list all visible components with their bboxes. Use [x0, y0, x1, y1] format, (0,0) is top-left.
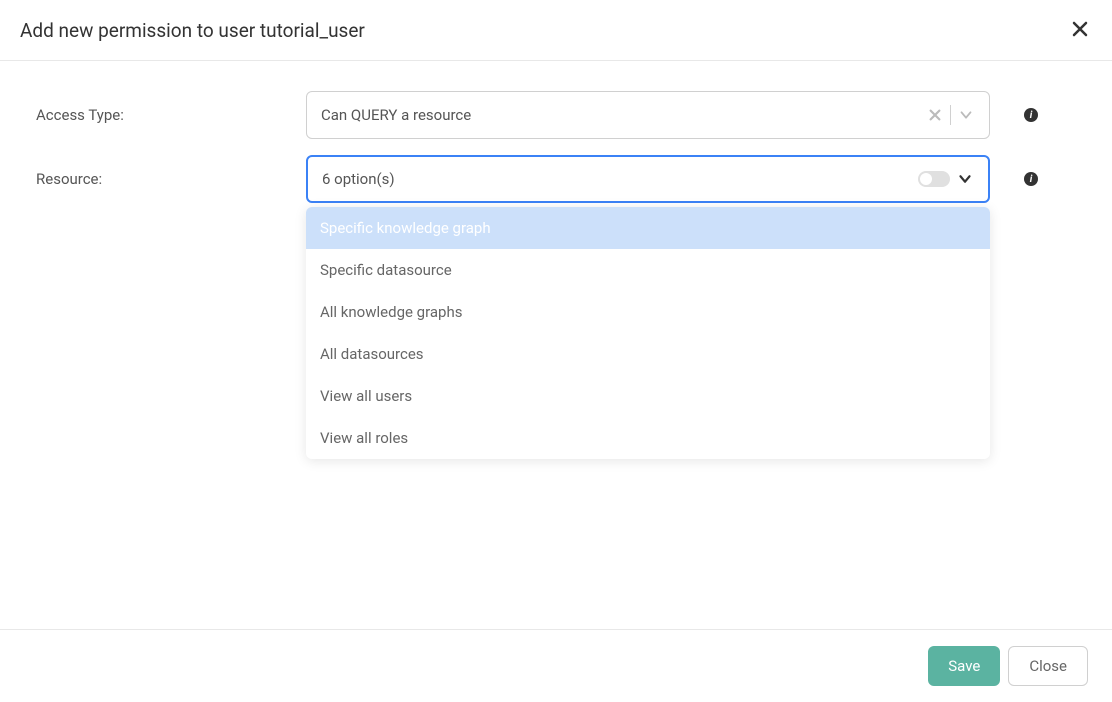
resource-controls — [918, 170, 974, 188]
access-type-label: Access Type: — [36, 106, 306, 124]
dropdown-option[interactable]: View all roles — [306, 417, 990, 459]
resource-dropdown-menu: Specific knowledge graph Specific dataso… — [306, 207, 990, 459]
toggle-knob — [920, 173, 932, 185]
modal-header: Add new permission to user tutorial_user — [0, 0, 1112, 61]
access-type-select-container: Can QUERY a resource — [306, 91, 990, 139]
dropdown-option[interactable]: Specific datasource — [306, 249, 990, 291]
close-button[interactable]: Close — [1008, 646, 1088, 686]
dropdown-option[interactable]: Specific knowledge graph — [306, 207, 990, 249]
chevron-down-icon[interactable] — [956, 170, 974, 188]
modal-footer: Save Close — [0, 629, 1112, 702]
form-row-access-type: Access Type: Can QUERY a resource — [36, 91, 1076, 139]
access-type-controls — [926, 105, 975, 125]
access-type-select[interactable]: Can QUERY a resource — [306, 91, 990, 139]
form-row-resource: Resource: 6 option(s) Specific know — [36, 155, 1076, 203]
dropdown-option[interactable]: All knowledge graphs — [306, 291, 990, 333]
info-icon[interactable]: i — [1024, 108, 1038, 122]
toggle-switch[interactable] — [918, 171, 950, 187]
save-button[interactable]: Save — [928, 646, 1000, 686]
access-type-value: Can QUERY a resource — [321, 106, 926, 124]
chevron-down-icon[interactable] — [957, 106, 975, 124]
modal-title: Add new permission to user tutorial_user — [20, 19, 365, 42]
dropdown-option[interactable]: View all users — [306, 375, 990, 417]
resource-select-container: 6 option(s) Specific knowledge graph Spe… — [306, 155, 990, 203]
resource-label: Resource: — [36, 170, 306, 188]
clear-icon[interactable] — [926, 106, 944, 124]
close-icon[interactable] — [1068, 16, 1092, 44]
resource-placeholder: 6 option(s) — [322, 170, 918, 188]
modal-body: Access Type: Can QUERY a resource — [0, 61, 1112, 249]
dropdown-option[interactable]: All datasources — [306, 333, 990, 375]
info-icon[interactable]: i — [1024, 172, 1038, 186]
resource-select[interactable]: 6 option(s) — [306, 155, 990, 203]
divider — [950, 105, 951, 125]
